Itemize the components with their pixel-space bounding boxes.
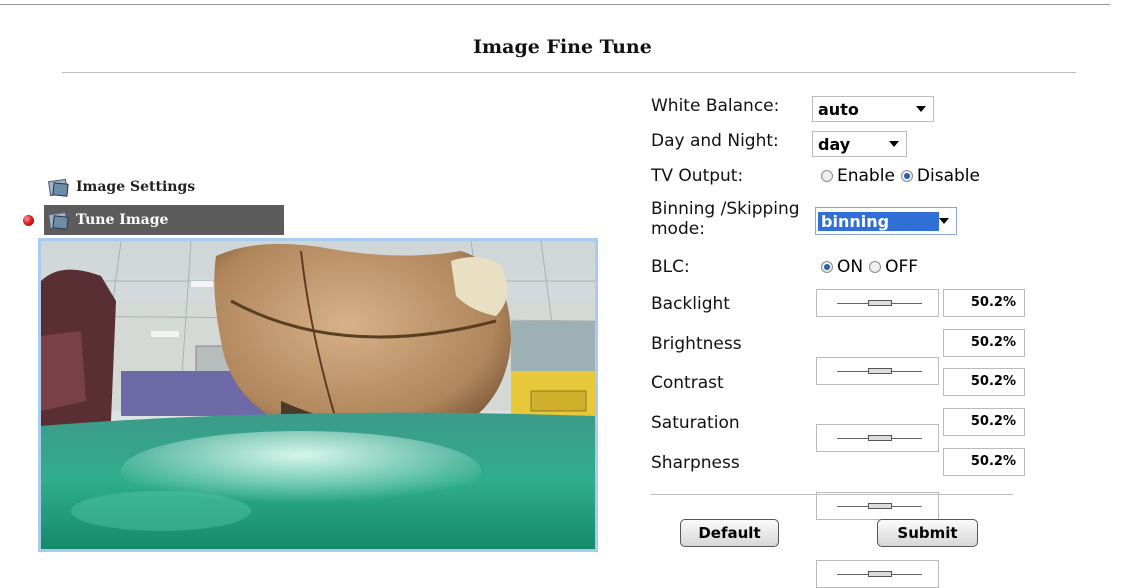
slider-thumb[interactable] — [867, 435, 892, 441]
chevron-down-icon — [889, 141, 899, 147]
slider-label: Saturation — [651, 413, 740, 433]
nav-item-image-settings[interactable]: Image Settings — [48, 176, 195, 198]
slider-thumb[interactable] — [867, 571, 892, 577]
slider-label: Brightness — [651, 334, 742, 354]
tv-output-label: TV Output: — [651, 166, 744, 186]
sharpness-slider[interactable] — [816, 560, 939, 588]
binning-label-line2: mode: — [651, 219, 705, 239]
blc-off-label: OFF — [885, 257, 919, 277]
brightness-slider[interactable] — [816, 357, 939, 385]
slider-thumb[interactable] — [867, 368, 892, 374]
top-divider — [0, 4, 1110, 5]
backlight-value: 50.2% — [943, 289, 1025, 317]
image-tune-icon — [48, 211, 69, 230]
tv-output-enable-label: Enable — [837, 166, 895, 186]
blc-on-label: ON — [837, 257, 864, 277]
active-marker-icon — [23, 215, 34, 226]
white-balance-label: White Balance: — [651, 96, 780, 116]
slider-label: Sharpness — [651, 453, 740, 473]
saturation-slider[interactable] — [816, 492, 939, 520]
day-night-value: day — [818, 134, 851, 154]
slider-thumb[interactable] — [867, 300, 892, 306]
blc-label: BLC: — [651, 257, 690, 277]
white-balance-value: auto — [818, 99, 859, 119]
page-title: Image Fine Tune — [473, 36, 652, 58]
nav-item-label: Image Settings — [76, 179, 196, 195]
tv-output-disable-label: Disable — [916, 166, 980, 186]
binning-label-line1: Binning /Skipping — [651, 199, 800, 219]
binning-label: Binning /Skipping mode: — [651, 199, 800, 239]
tv-output-enable-radio[interactable] — [821, 170, 833, 182]
contrast-value: 50.2% — [943, 368, 1025, 396]
tv-output-radio-group: Enable Disable — [821, 166, 980, 186]
slider-label: Contrast — [651, 373, 724, 393]
blc-off-radio[interactable] — [869, 261, 882, 273]
chevron-down-icon — [939, 218, 949, 224]
camera-preview-image — [41, 241, 595, 549]
contrast-slider[interactable] — [816, 424, 939, 452]
image-stack-icon — [48, 178, 69, 197]
chevron-down-icon — [916, 106, 926, 112]
blc-on-radio[interactable] — [821, 261, 833, 273]
camera-preview — [38, 238, 598, 552]
title-divider — [62, 72, 1076, 73]
white-balance-select[interactable]: auto — [812, 96, 934, 122]
slider-thumb[interactable] — [867, 503, 892, 509]
binning-mode-value: binning — [818, 211, 939, 231]
backlight-slider[interactable] — [816, 289, 939, 317]
sharpness-value: 50.2% — [943, 448, 1025, 476]
nav-item-label: Tune Image — [76, 212, 169, 228]
binning-mode-select[interactable]: binning — [815, 207, 957, 235]
saturation-value: 50.2% — [943, 408, 1025, 436]
blc-radio-group: ON OFF — [821, 257, 918, 277]
slider-label: Backlight — [651, 294, 730, 314]
day-night-label: Day and Night: — [651, 131, 779, 151]
submit-button[interactable]: Submit — [877, 519, 978, 547]
form-divider — [650, 494, 1013, 495]
brightness-value: 50.2% — [943, 329, 1025, 357]
default-button[interactable]: Default — [680, 519, 779, 547]
day-night-select[interactable]: day — [812, 131, 907, 157]
tv-output-disable-radio[interactable] — [900, 170, 913, 182]
nav-item-tune-image[interactable]: Tune Image — [44, 205, 284, 235]
